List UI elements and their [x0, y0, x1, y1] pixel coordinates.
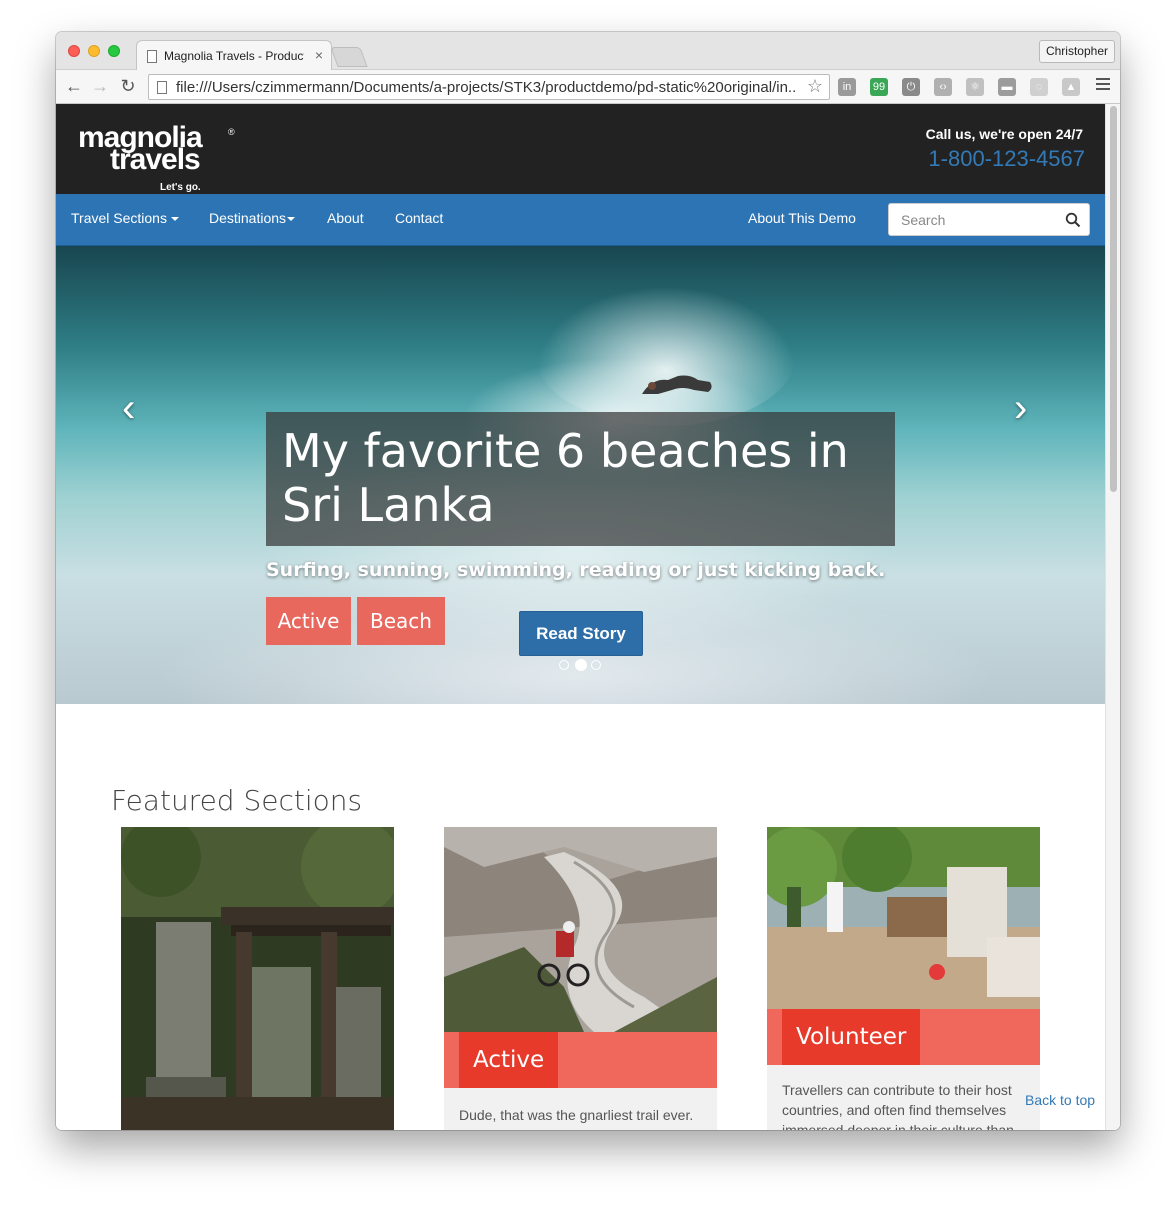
- browser-window: Magnolia Travels - Product × Christopher…: [56, 32, 1120, 1130]
- url-text[interactable]: file:///Users/czimmermann/Documents/a-pr…: [176, 79, 796, 96]
- scrollbar-thumb[interactable]: [1110, 106, 1117, 492]
- zoom-window-button[interactable]: [108, 45, 120, 57]
- site-header: magnolia ® travels Let's go. Call us, we…: [56, 104, 1105, 194]
- volunteer-image: [767, 827, 1040, 1009]
- wave-image: [536, 286, 796, 426]
- site-logo[interactable]: magnolia ® travels Let's go.: [78, 123, 268, 194]
- surfer-image: [642, 375, 712, 394]
- search-input[interactable]: [889, 204, 1059, 235]
- window-extension-icon[interactable]: ▬: [998, 78, 1016, 96]
- page-viewport: magnolia ® travels Let's go. Call us, we…: [56, 104, 1105, 1130]
- hero-caption: My favorite 6 beaches in Sri Lanka: [266, 412, 895, 546]
- nav-contact[interactable]: Contact: [395, 210, 443, 226]
- drive-extension-icon[interactable]: ▲: [1062, 78, 1080, 96]
- logo-registered-mark: ®: [228, 127, 235, 137]
- power-extension-icon[interactable]: ⏻: [902, 78, 920, 96]
- card-label-volunteer[interactable]: Volunteer: [782, 1009, 921, 1067]
- reload-icon[interactable]: ↻: [118, 76, 138, 96]
- logo-text-travels: travels: [110, 143, 201, 176]
- forward-icon[interactable]: →: [90, 76, 110, 96]
- browser-toolbar: ← → ↻ file:///Users/czimmermann/Document…: [56, 70, 1120, 104]
- chevron-down-icon: [170, 217, 179, 222]
- chrome-menu-icon[interactable]: [1096, 78, 1110, 92]
- carousel-dot[interactable]: [575, 659, 587, 671]
- browser-tab[interactable]: Magnolia Travels - Product ×: [136, 40, 332, 70]
- new-tab-button[interactable]: [330, 47, 368, 67]
- card-text-volunteer: Travellers can contribute to their host …: [782, 1082, 1014, 1130]
- hero-subtitle: Surfing, sunning, swimming, reading or j…: [266, 559, 886, 581]
- hero-carousel: ‹ › My favorite 6 beaches in Sri Lanka S…: [56, 246, 1105, 704]
- react-extension-icon[interactable]: ⚛: [966, 78, 984, 96]
- read-story-button[interactable]: Read Story: [519, 611, 643, 656]
- card-text-active: Dude, that was the gnarliest trail ever.: [459, 1107, 694, 1123]
- page-scrollbar[interactable]: [1105, 104, 1120, 1130]
- mountain-bike-image: [444, 827, 717, 1032]
- tab-close-icon[interactable]: ×: [315, 47, 323, 63]
- bookmark-star-icon[interactable]: ☆: [807, 76, 823, 97]
- nav-destinations[interactable]: Destinations: [209, 210, 296, 226]
- nav-destinations-label: Destinations: [209, 210, 287, 226]
- back-to-top-link[interactable]: Back to top: [1025, 1092, 1095, 1108]
- search-icon[interactable]: [1065, 212, 1081, 228]
- carousel-indicators: [559, 659, 607, 671]
- carousel-dot[interactable]: [559, 660, 569, 670]
- carousel-next-icon[interactable]: ›: [1014, 386, 1027, 431]
- spinner-extension-icon[interactable]: ◌: [1030, 78, 1048, 96]
- featured-card-volunteer[interactable]: Volunteer Travellers can contribute to t…: [767, 827, 1040, 1130]
- nav-about-this-demo[interactable]: About This Demo: [748, 210, 856, 226]
- logo-tagline: Let's go.: [160, 182, 201, 193]
- main-navbar: Travel Sections Destinations About Conta…: [56, 194, 1105, 246]
- linkedin-extension-icon[interactable]: in: [838, 78, 856, 96]
- source-extension-icon[interactable]: ‹›: [934, 78, 952, 96]
- chevron-down-icon: [287, 217, 296, 222]
- temple-gate-image: [121, 827, 394, 1130]
- minimize-window-button[interactable]: [88, 45, 100, 57]
- address-bar[interactable]: file:///Users/czimmermann/Documents/a-pr…: [148, 74, 830, 100]
- nav-travel-sections[interactable]: Travel Sections: [71, 210, 179, 226]
- browser-titlebar: Magnolia Travels - Product × Christopher: [56, 32, 1120, 70]
- call-us-label: Call us, we're open 24/7: [925, 126, 1083, 142]
- featured-card-active[interactable]: Active Dude, that was the gnarliest trai…: [444, 827, 717, 1130]
- featured-heading: Featured Sections: [111, 784, 363, 817]
- back-icon[interactable]: ←: [64, 76, 84, 96]
- tag-beach-button[interactable]: Beach: [357, 597, 445, 645]
- nav-travel-sections-label: Travel Sections: [71, 210, 167, 226]
- carousel-dot[interactable]: [591, 660, 601, 670]
- page-icon: [157, 81, 167, 94]
- featured-card-temple[interactable]: [121, 827, 394, 1130]
- nav-about[interactable]: About: [327, 210, 364, 226]
- card-label-active[interactable]: Active: [459, 1032, 559, 1090]
- phone-number-link[interactable]: 1-800-123-4567: [928, 146, 1085, 172]
- profile-button[interactable]: Christopher: [1038, 40, 1115, 63]
- hero-title: My favorite 6 beaches in Sri Lanka: [282, 424, 849, 532]
- tab-title: Magnolia Travels - Product: [164, 49, 304, 63]
- carousel-prev-icon[interactable]: ‹: [122, 386, 135, 431]
- document-icon: [147, 50, 157, 63]
- close-window-button[interactable]: [68, 45, 80, 57]
- hangouts-extension-icon[interactable]: 99: [870, 78, 888, 96]
- search-box: [888, 203, 1090, 236]
- tag-active-button[interactable]: Active: [266, 597, 351, 645]
